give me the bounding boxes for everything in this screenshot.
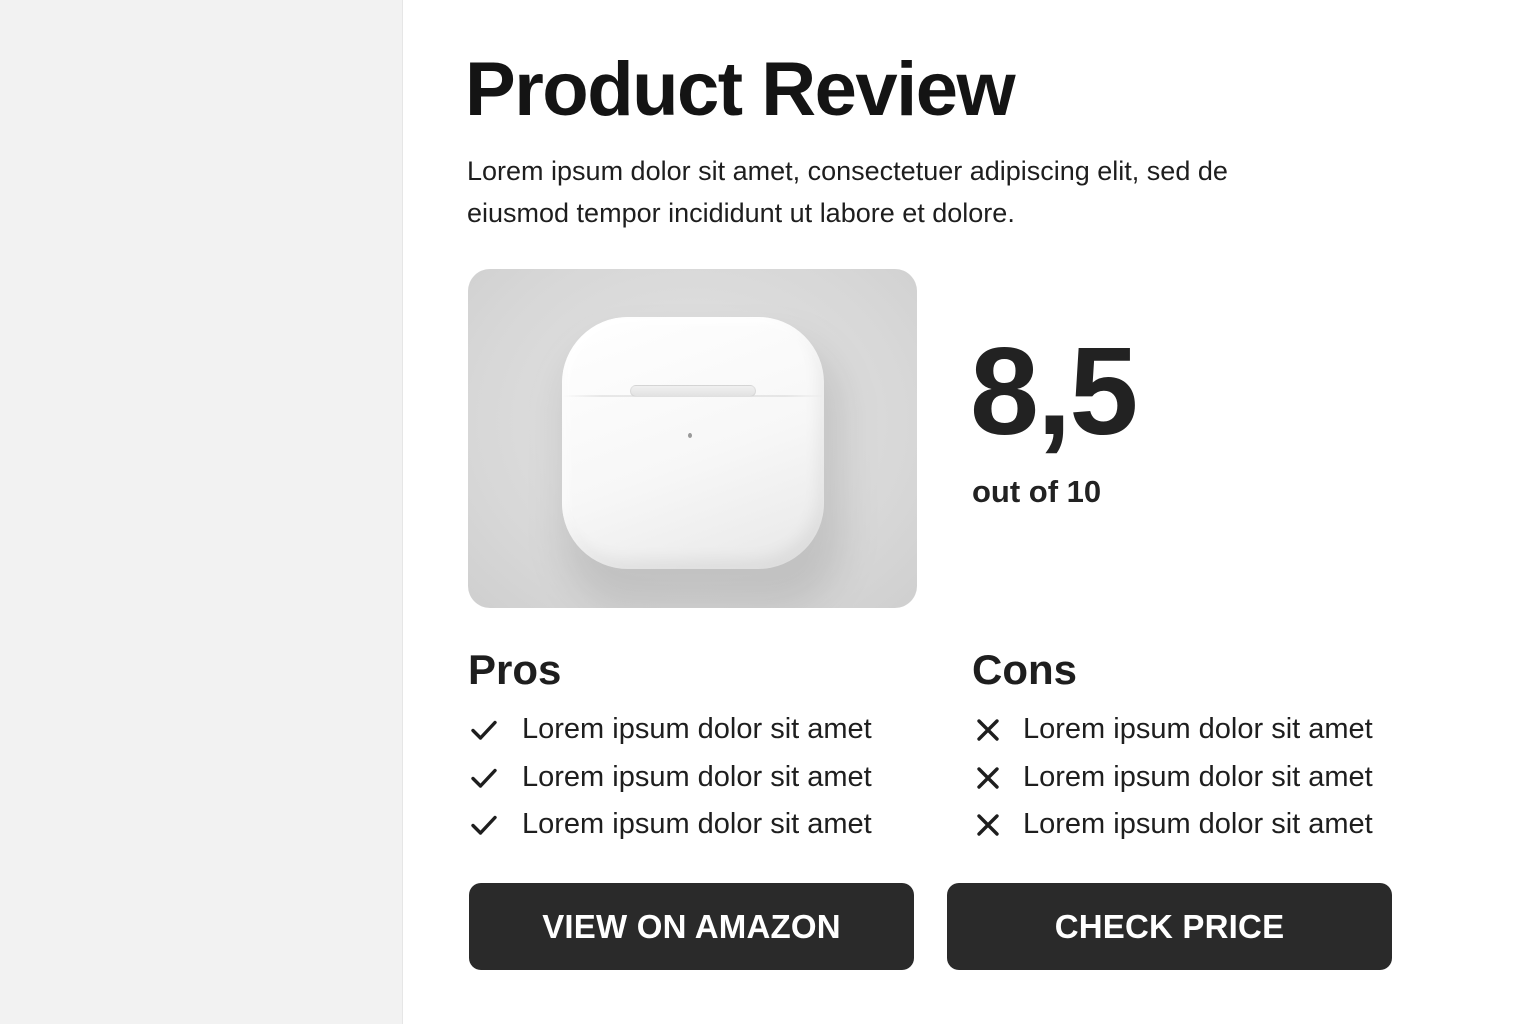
cons-item: Lorem ipsum dolor sit amet [973, 801, 1373, 849]
cons-item: Lorem ipsum dolor sit amet [973, 754, 1373, 802]
left-panel [0, 0, 403, 1024]
cons-item-label: Lorem ipsum dolor sit amet [1023, 760, 1373, 793]
x-icon [977, 814, 999, 836]
pros-item: Lorem ipsum dolor sit amet [469, 706, 872, 754]
pros-item-label: Lorem ipsum dolor sit amet [522, 808, 872, 840]
intro-text: Lorem ipsum dolor sit amet, consectetuer… [467, 156, 1228, 228]
check-icon [471, 815, 497, 835]
case-hinge [630, 385, 756, 397]
rating-label: out of 10 [972, 474, 1102, 509]
cons-item: Lorem ipsum dolor sit amet [973, 706, 1373, 754]
pros-item-label: Lorem ipsum dolor sit amet [522, 713, 872, 745]
page-title: Product Review [465, 47, 1016, 132]
cons-item-label: Lorem ipsum dolor sit amet [1023, 808, 1373, 840]
pros-item: Lorem ipsum dolor sit amet [469, 754, 872, 802]
product-image [468, 269, 917, 608]
x-icon [977, 719, 999, 741]
pros-list: Lorem ipsum dolor sit amet Lorem ipsum d… [469, 706, 872, 849]
check-icon [471, 720, 497, 740]
check-icon [471, 768, 497, 788]
pros-item: Lorem ipsum dolor sit amet [469, 801, 872, 849]
case-led [688, 433, 692, 438]
check-price-button[interactable]: CHECK PRICE [947, 883, 1392, 970]
pros-item-label: Lorem ipsum dolor sit amet [522, 760, 872, 793]
pros-title: Pros [468, 646, 562, 693]
cons-item-label: Lorem ipsum dolor sit amet [1023, 713, 1373, 745]
review-content: Product Review Lorem ipsum dolor sit ame… [465, 0, 1407, 1024]
x-icon [977, 766, 999, 789]
view-on-amazon-button[interactable]: VIEW ON AMAZON [469, 883, 914, 970]
rating-score: 8,5 [970, 323, 1138, 461]
cons-list: Lorem ipsum dolor sit amet Lorem ipsum d… [973, 706, 1373, 849]
earbuds-case [562, 317, 824, 569]
cons-title: Cons [972, 646, 1077, 693]
